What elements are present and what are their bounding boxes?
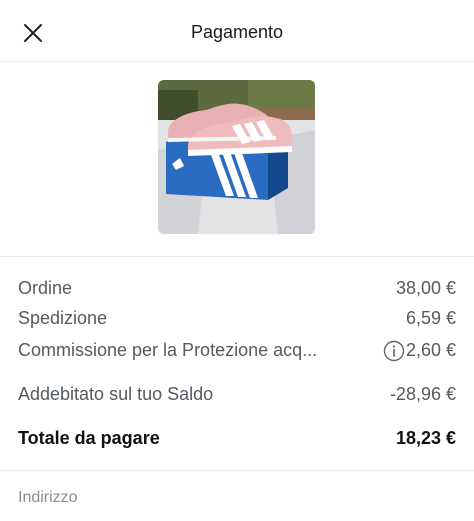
shipping-label: Spedizione [18, 308, 108, 328]
protection-fee-value: 2,60 € [405, 340, 456, 360]
protection-fee-label: Commissione per la Protezione acq... [18, 340, 318, 360]
product-photo [158, 80, 315, 234]
page-title: Pagamento [190, 22, 284, 42]
balance-value: -28,96 € [389, 384, 456, 404]
total-value: 18,23 € [395, 428, 456, 448]
order-row: Ordine 38,00 € [18, 274, 456, 302]
order-value: 38,00 € [395, 278, 456, 298]
total-label: Totale da pagare [18, 428, 160, 448]
info-icon[interactable] [383, 340, 405, 362]
address-section-label: Indirizzo [18, 489, 78, 506]
order-label: Ordine [18, 278, 73, 298]
product-image[interactable] [158, 80, 315, 234]
balance-row: Addebitato sul tuo Saldo -28,96 € [18, 380, 456, 408]
balance-label: Addebitato sul tuo Saldo [18, 384, 214, 404]
protection-fee-row: Commissione per la Protezione acq... 2,6… [18, 336, 456, 364]
shipping-row: Spedizione 6,59 € [18, 304, 456, 332]
total-row: Totale da pagare 18,23 € [18, 424, 456, 452]
header: Pagamento [0, 0, 474, 62]
shipping-value: 6,59 € [405, 308, 456, 328]
divider [0, 470, 474, 471]
divider [0, 256, 474, 257]
